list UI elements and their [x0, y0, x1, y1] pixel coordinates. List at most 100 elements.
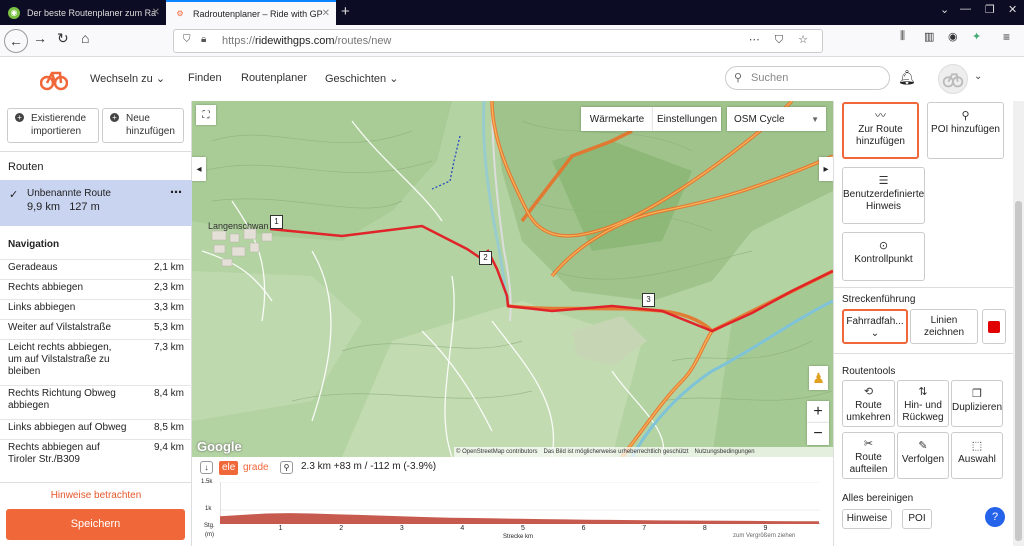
- search-input[interactable]: ⚲ Suchen: [725, 66, 890, 90]
- avatar[interactable]: [938, 64, 968, 94]
- sidebar-icon[interactable]: ▥: [924, 30, 934, 43]
- add-to-route-button[interactable]: 〰 Zur Route hinzufügen: [842, 102, 919, 159]
- collapse-right-icon[interactable]: ▸: [819, 157, 833, 181]
- navigation-row[interactable]: Rechts Richtung Obweg abbiegen 8,4 km: [0, 385, 192, 419]
- grade-tab[interactable]: grade: [243, 462, 269, 473]
- map-pin-icon: ⚲: [961, 110, 970, 122]
- route-line-icon: 〰: [875, 110, 886, 122]
- nav-geschichten[interactable]: Geschichten ⌄: [325, 72, 398, 85]
- google-logo: Google: [197, 439, 242, 454]
- ele-tab[interactable]: ele: [219, 461, 239, 475]
- navigation-row[interactable]: Links abbiegen auf Obweg 8,5 km: [0, 419, 192, 439]
- zoom-icon[interactable]: ⚲: [280, 461, 293, 474]
- library-icon[interactable]: ⫼: [900, 30, 905, 43]
- left-sidebar: + Existierende importieren + Neue hinzuf…: [0, 101, 192, 546]
- navigation-row[interactable]: Rechts abbiegen auf Tiroler Str./B309 9,4…: [0, 439, 192, 471]
- page-scrollbar[interactable]: [1013, 101, 1024, 546]
- elevation-chart[interactable]: [220, 482, 820, 524]
- instruction-distance: 2,3 km: [153, 282, 184, 293]
- navigation-row[interactable]: Rechts abbiegen 2,3 km: [0, 279, 192, 299]
- settings-button[interactable]: Einstellungen: [653, 107, 721, 131]
- custom-hint-button[interactable]: ☰ Benutzerdefinierter Hinweis: [842, 167, 925, 224]
- page-actions-icons[interactable]: ⋯ ⛉ ☆: [749, 33, 814, 47]
- download-icon[interactable]: ↓: [200, 461, 213, 474]
- chevron-down-icon: ⌄: [870, 328, 880, 339]
- navigation-row[interactable]: Links abbiegen 3,3 km: [0, 299, 192, 319]
- map-canvas[interactable]: [192, 101, 833, 457]
- select-button[interactable]: ⬚ Auswahl: [951, 432, 1003, 479]
- out-and-back-button[interactable]: ⇅ Hin- und Rückweg: [897, 380, 949, 427]
- osm-attribution-link[interactable]: © OpenStreetMap contributors: [456, 449, 537, 455]
- instruction-text: Leicht rechts abbiegen, um auf Vilstalst…: [8, 342, 112, 377]
- close-window-icon[interactable]: ✕: [1008, 3, 1017, 16]
- routes-header: Routen: [8, 161, 44, 173]
- navigation-row[interactable]: Geradeaus 2,1 km: [0, 259, 192, 279]
- rwgps-logo-icon[interactable]: [40, 67, 68, 91]
- tab-title: Der beste Routenplaner zum Ra: [27, 7, 157, 18]
- account-icon[interactable]: ◉: [948, 30, 958, 43]
- chevron-down-icon[interactable]: ⌄: [974, 71, 982, 82]
- clear-poi-button[interactable]: POI: [902, 509, 932, 529]
- line-color-button[interactable]: [982, 309, 1006, 344]
- zoom-in-button[interactable]: +: [807, 401, 829, 423]
- close-tab-icon[interactable]: ✕: [322, 8, 330, 19]
- pegman-icon[interactable]: ♟: [809, 366, 828, 390]
- y-axis-title-1: Stg.: [204, 523, 215, 529]
- draw-lines-button[interactable]: Linien zeichnen: [910, 309, 978, 344]
- right-sidebar: 〰 Zur Route hinzufügen ⚲ POI hinzufügen …: [833, 101, 1014, 546]
- url-bar[interactable]: ⛉ 🔒︎ https://ridewithgps.com/routes/new …: [173, 29, 823, 53]
- clear-hints-button[interactable]: Hinweise: [842, 509, 892, 529]
- navigation-row[interactable]: Weiter auf Vilstalstraße 5,3 km: [0, 319, 192, 339]
- instruction-text: Links abbiegen auf Obweg: [8, 422, 127, 433]
- instruction-text: Weiter auf Vilstalstraße: [8, 322, 112, 333]
- menu-icon[interactable]: ≡: [1003, 30, 1010, 44]
- route-marker-3[interactable]: 3: [642, 293, 655, 307]
- minimize-icon[interactable]: —: [960, 3, 971, 15]
- view-hints-link[interactable]: Hinweise betrachten: [0, 490, 192, 501]
- extension-icon[interactable]: ✦: [972, 30, 981, 43]
- split-route-button[interactable]: ✂ Route aufteilen: [842, 432, 895, 479]
- navigation-row[interactable]: Leicht rechts abbiegen, um auf Vilstalst…: [0, 339, 192, 385]
- add-new-button[interactable]: + Neue hinzufügen: [102, 108, 184, 143]
- home-icon[interactable]: ⌂: [81, 30, 89, 46]
- reload-icon[interactable]: ↻: [57, 30, 69, 47]
- x-tick-label: 8: [702, 525, 707, 532]
- instruction-distance: 2,1 km: [153, 262, 184, 273]
- elevation-area: [220, 513, 819, 524]
- save-button[interactable]: Speichern: [6, 509, 185, 540]
- collapse-left-icon[interactable]: ◂: [192, 157, 206, 181]
- checkpoint-icon: ⊙: [878, 240, 889, 252]
- zoom-out-button[interactable]: −: [807, 423, 829, 445]
- nav-routenplaner[interactable]: Routenplaner: [241, 72, 307, 84]
- map-view[interactable]: Langenschwan 1 2 3 ⛶ ◂ ▸ Wärmekarte Eins…: [192, 101, 833, 457]
- reverse-route-button[interactable]: ⟲ Route umkehren: [842, 380, 895, 427]
- nav-wechseln-zu[interactable]: Wechseln zu ⌄: [90, 72, 165, 85]
- import-button[interactable]: + Existierende importieren: [7, 108, 99, 143]
- x-tick-label: 2: [339, 525, 344, 532]
- scrollbar-thumb[interactable]: [1015, 201, 1022, 541]
- bell-icon[interactable]: 🔔︎: [898, 69, 916, 86]
- help-icon[interactable]: ?: [985, 507, 1005, 527]
- maximize-icon[interactable]: ❐: [985, 3, 995, 16]
- map-layer-select[interactable]: OSM Cycle ▼: [727, 107, 826, 131]
- heatmap-button[interactable]: Wärmekarte: [581, 107, 653, 131]
- more-options-icon[interactable]: ⋯: [170, 185, 182, 199]
- close-tab-icon[interactable]: ✕: [152, 7, 160, 18]
- checkpoint-button[interactable]: ⊙ Kontrollpunkt: [842, 232, 925, 281]
- route-marker-1[interactable]: 1: [270, 215, 283, 229]
- forward-icon[interactable]: →: [33, 30, 47, 46]
- browser-tab-2[interactable]: ⚙ Radroutenplaner – Ride with GP ✕: [166, 0, 336, 25]
- duplicate-button[interactable]: ❐ Duplizieren: [951, 380, 1003, 427]
- trace-button[interactable]: ✎ Verfolgen: [897, 432, 949, 479]
- route-marker-2[interactable]: 2: [479, 251, 492, 265]
- nav-finden[interactable]: Finden: [188, 72, 222, 84]
- window-dropdown-icon[interactable]: ⌄: [940, 3, 949, 16]
- terms-link[interactable]: Nutzungsbedingungen: [695, 449, 755, 455]
- new-tab-icon[interactable]: +: [341, 3, 350, 20]
- routing-mode-select[interactable]: Fahrradfah... ⌄: [842, 309, 908, 344]
- route-item[interactable]: ✓ Unbenannte Route 9,9 km 127 m ⋯: [0, 180, 192, 226]
- back-icon[interactable]: ←: [4, 29, 28, 53]
- add-poi-button[interactable]: ⚲ POI hinzufügen: [927, 102, 1004, 159]
- fullscreen-icon[interactable]: ⛶: [196, 105, 216, 125]
- browser-tab-1[interactable]: ◉ Der beste Routenplaner zum Ra ✕: [0, 0, 166, 25]
